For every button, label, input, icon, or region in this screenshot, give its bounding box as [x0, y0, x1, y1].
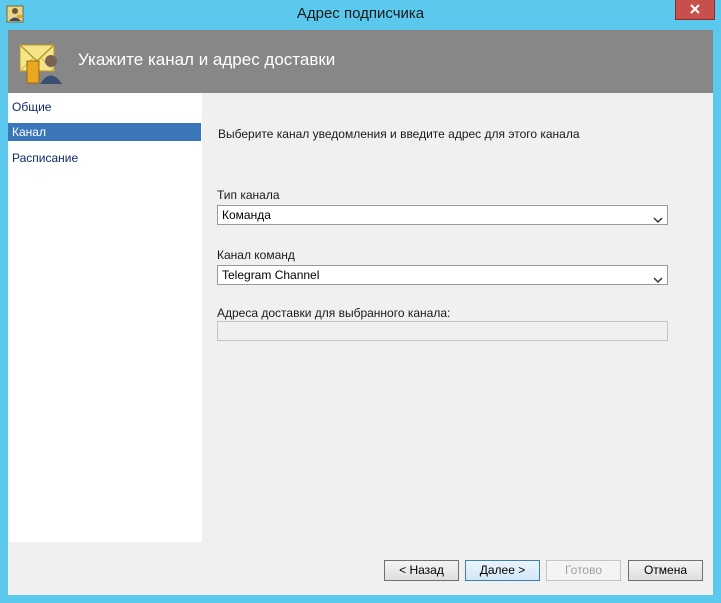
channel-type-label: Тип канала: [217, 188, 280, 202]
back-button[interactable]: < Назад: [384, 560, 459, 581]
chevron-down-icon[interactable]: [653, 211, 663, 224]
nav-item-general[interactable]: Общие: [8, 98, 201, 116]
close-icon: [689, 1, 701, 19]
nav-item-schedule[interactable]: Расписание: [8, 149, 201, 167]
delivery-address-label: Адреса доставки для выбранного канала:: [217, 306, 451, 320]
envelope-user-icon: [19, 39, 65, 85]
channel-type-select[interactable]: Команда: [217, 205, 668, 225]
title-bar[interactable]: Адрес подписчика: [0, 0, 721, 30]
command-channel-value: Telegram Channel: [222, 268, 320, 282]
channel-type-value: Команда: [222, 208, 271, 222]
finish-button[interactable]: Готово: [546, 560, 621, 581]
chevron-down-icon[interactable]: [653, 271, 663, 284]
nav-item-channel[interactable]: Канал: [8, 123, 201, 141]
wizard-content: Общие Канал Расписание Выберите канал ув…: [8, 93, 713, 542]
header-title: Укажите канал и адрес доставки: [78, 50, 336, 69]
close-button[interactable]: [675, 0, 715, 20]
wizard-footer: < Назад Далее > Готово Отмена: [8, 542, 713, 595]
main-panel: Выберите канал уведомления и введите адр…: [202, 93, 713, 542]
subscriber-address-window: Адрес подписчика Укажите канал и адрес д…: [0, 0, 721, 603]
wizard-header: Укажите канал и адрес доставки: [8, 30, 713, 93]
next-button[interactable]: Далее >: [465, 560, 540, 581]
command-channel-label: Канал команд: [217, 248, 295, 262]
cancel-button[interactable]: Отмена: [628, 560, 703, 581]
window-title: Адрес подписчика: [296, 5, 425, 22]
wizard-nav: Общие Канал Расписание: [8, 93, 201, 542]
delivery-address-field[interactable]: [217, 321, 668, 341]
instruction-text: Выберите канал уведомления и введите адр…: [218, 127, 580, 141]
command-channel-select[interactable]: Telegram Channel: [217, 265, 668, 285]
